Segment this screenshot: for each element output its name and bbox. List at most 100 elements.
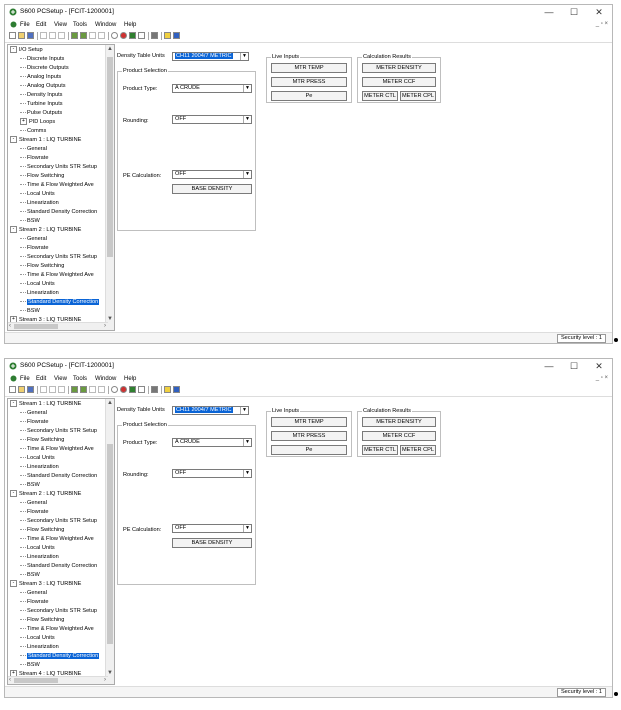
close-button[interactable]: ✕	[588, 360, 610, 372]
tree-item[interactable]: Time & Flow Weighted Ave	[20, 535, 94, 544]
tree-item[interactable]: Local Units	[20, 280, 55, 289]
tree-icon[interactable]	[129, 386, 136, 393]
scroll-left-icon[interactable]: ‹	[9, 323, 11, 330]
tree-item[interactable]: Secondary Units STR Setup	[20, 607, 97, 616]
chevron-down-icon[interactable]: ▼	[243, 116, 251, 123]
meter-ccf-button[interactable]: METER CCF	[362, 77, 436, 87]
tree-group[interactable]: - Stream 1 : LIQ TURBINE	[10, 136, 81, 145]
tree-item[interactable]: Standard Density Correction	[20, 472, 97, 481]
mtr-press-button[interactable]: MTR PRESS	[271, 77, 347, 87]
tree-item[interactable]: Comms	[20, 127, 46, 136]
minimize-button[interactable]: —	[538, 6, 560, 18]
rounding-select[interactable]: OFF ▼	[172, 115, 252, 124]
open-icon[interactable]	[18, 386, 25, 393]
transfer-icon[interactable]	[89, 32, 96, 39]
pe-calculation-select[interactable]: OFF ▼	[172, 524, 252, 533]
meter-ctl-button[interactable]: METER CTL	[362, 445, 398, 455]
tree-vertical-scrollbar[interactable]: ▲ ▼	[105, 399, 114, 684]
tree-item[interactable]: Flow Switching	[20, 436, 64, 445]
whats-this-icon[interactable]	[173, 386, 180, 393]
collapse-icon[interactable]: -	[10, 490, 17, 498]
tree-item[interactable]: General	[20, 499, 47, 508]
tree-item[interactable]: Standard Density Correction	[20, 652, 100, 661]
menu-tools[interactable]: Tools	[73, 376, 87, 382]
menu-view[interactable]: View	[54, 22, 67, 28]
maximize-button[interactable]: ☐	[563, 6, 585, 18]
mdi-controls[interactable]: _ ▫ ×	[596, 21, 608, 27]
close-button[interactable]: ✕	[588, 6, 610, 18]
tree-item[interactable]: + PID Loops	[20, 118, 55, 127]
mdi-controls[interactable]: _ ▫ ×	[596, 375, 608, 381]
tree-item[interactable]: Flowrate	[20, 154, 48, 163]
chevron-down-icon[interactable]: ▼	[240, 53, 248, 60]
tree-group[interactable]: - Stream 2 : LIQ TURBINE	[10, 226, 81, 235]
tree-item[interactable]: Analog Outputs	[20, 82, 66, 91]
collapse-icon[interactable]: -	[10, 46, 17, 54]
meter-cpl-button[interactable]: METER CPL	[400, 445, 436, 455]
pe-calculation-select[interactable]: OFF ▼	[172, 170, 252, 179]
mtr-temp-button[interactable]: MTR TEMP	[271, 63, 347, 73]
tree-item[interactable]: General	[20, 589, 47, 598]
pe-button[interactable]: Pe	[271, 445, 347, 455]
paste-icon[interactable]	[58, 386, 65, 393]
tree-item[interactable]: Analog Inputs	[20, 73, 61, 82]
scroll-right-icon[interactable]: ›	[104, 677, 106, 684]
product-type-select[interactable]: A CRUDE ▼	[172, 84, 252, 93]
collapse-icon[interactable]: -	[10, 580, 17, 588]
print-icon[interactable]	[151, 32, 158, 39]
tree-horizontal-scrollbar[interactable]: ‹ ›	[8, 322, 108, 330]
help-icon[interactable]	[164, 32, 171, 39]
scroll-up-icon[interactable]: ▲	[106, 399, 114, 407]
disconnect-icon[interactable]	[80, 32, 87, 39]
base-density-button[interactable]: BASE DENSITY	[172, 184, 252, 194]
tree-item[interactable]: Linearization	[20, 553, 59, 562]
tree-item[interactable]: Linearization	[20, 289, 59, 298]
transfer-icon[interactable]	[89, 386, 96, 393]
tree-item[interactable]: Flow Switching	[20, 262, 64, 271]
tree-item[interactable]: Standard Density Correction	[20, 298, 100, 307]
tree-item[interactable]: BSW	[20, 217, 40, 226]
tree-item[interactable]: Turbine Inputs	[20, 100, 63, 109]
tree-item[interactable]: BSW	[20, 481, 40, 490]
refresh-icon[interactable]	[111, 32, 118, 39]
stop-icon[interactable]	[120, 32, 127, 39]
tree-group[interactable]: - Stream 2 : LIQ TURBINE	[10, 490, 81, 499]
tree-item[interactable]: Secondary Units STR Setup	[20, 517, 97, 526]
scroll-left-icon[interactable]: ‹	[9, 677, 11, 684]
menu-file[interactable]: File	[20, 22, 30, 28]
tree-item[interactable]: Secondary Units STR Setup	[20, 253, 97, 262]
tree-item[interactable]: Local Units	[20, 634, 55, 643]
menu-edit[interactable]: Edit	[36, 376, 46, 382]
disconnect-icon[interactable]	[80, 386, 87, 393]
tree-item[interactable]: Discrete Outputs	[20, 64, 69, 73]
tree-item[interactable]: Linearization	[20, 199, 59, 208]
collapse-icon[interactable]: -	[10, 226, 17, 234]
navigation-tree[interactable]: - I/O Setup Discrete Inputs Discrete Output…	[7, 44, 115, 331]
tree-item[interactable]: Local Units	[20, 544, 55, 553]
menu-window[interactable]: Window	[95, 376, 116, 382]
cut-icon[interactable]	[40, 386, 47, 393]
scroll-right-icon[interactable]: ›	[104, 323, 106, 330]
tree-item[interactable]: Flowrate	[20, 598, 48, 607]
tree-icon[interactable]	[129, 32, 136, 39]
new-icon[interactable]	[9, 386, 16, 393]
tree-vertical-scrollbar[interactable]: ▲ ▼	[105, 45, 114, 330]
tree-item[interactable]: Density Inputs	[20, 91, 62, 100]
tree-group[interactable]: - Stream 1 : LIQ TURBINE	[10, 400, 81, 409]
refresh-icon[interactable]	[111, 386, 118, 393]
tree-item[interactable]: Flow Switching	[20, 616, 64, 625]
tree-item[interactable]: Standard Density Correction	[20, 208, 97, 217]
menu-help[interactable]: Help	[124, 22, 136, 28]
print-icon[interactable]	[151, 386, 158, 393]
chevron-down-icon[interactable]: ▼	[243, 470, 251, 477]
tree-item[interactable]: Secondary Units STR Setup	[20, 427, 97, 436]
base-density-button[interactable]: BASE DENSITY	[172, 538, 252, 548]
open-icon[interactable]	[18, 32, 25, 39]
stop-icon[interactable]	[120, 386, 127, 393]
tree-hscroll-thumb[interactable]	[14, 324, 58, 329]
menu-edit[interactable]: Edit	[36, 22, 46, 28]
tree-item[interactable]: Time & Flow Weighted Ave	[20, 271, 94, 280]
tree-item[interactable]: Local Units	[20, 190, 55, 199]
collapse-icon[interactable]: -	[10, 400, 17, 408]
compare-icon[interactable]	[98, 386, 105, 393]
